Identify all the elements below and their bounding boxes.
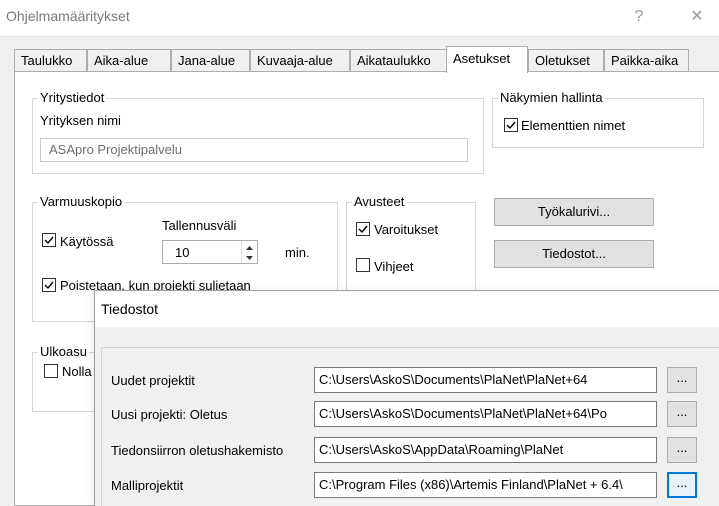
files-dialog-title: Tiedostot (101, 301, 159, 317)
company-group-label: Yritystiedot (38, 90, 107, 105)
tab-aikataulukko[interactable]: Aikataulukko (350, 49, 448, 72)
interval-value[interactable]: 10 (175, 245, 189, 260)
browse-button[interactable]: ... (667, 437, 697, 463)
element-names-label: Elementtien nimet (521, 118, 626, 133)
company-name-label: Yrityksen nimi (40, 113, 121, 128)
zero-checkbox[interactable] (44, 364, 58, 378)
hints-label: Vihjeet (374, 259, 414, 274)
warnings-label: Varoitukset (374, 222, 439, 237)
files-dialog-titlebar: Tiedostot (95, 291, 719, 327)
element-names-checkbox[interactable] (504, 118, 518, 132)
tab-paikka-aika[interactable]: Paikka-aika (604, 49, 689, 72)
tab-taulukko[interactable]: Taulukko (14, 49, 87, 72)
company-group (32, 98, 484, 174)
toolbar-button[interactable]: Työkalurivi... (494, 198, 654, 226)
backup-enabled-label: Käytössä (60, 234, 114, 249)
company-name-input[interactable]: ASApro Projektipalvelu (40, 138, 468, 162)
interval-unit-label: min. (285, 245, 310, 260)
appearance-group-label: Ulkoasu (38, 344, 89, 359)
file-row-label: Tiedonsiirron oletushakemisto (111, 443, 284, 458)
files-dialog: Tiedostot Uudet projektit C:\Users\AskoS… (94, 290, 719, 506)
helpers-group-label: Avusteet (352, 194, 407, 209)
tab-asetukset[interactable]: Asetukset (446, 46, 528, 73)
tab-oletukset[interactable]: Oletukset (528, 49, 604, 72)
tab-jana-alue[interactable]: Jana-alue (171, 49, 250, 72)
checkmark-icon (358, 225, 368, 234)
checkmark-icon (44, 236, 54, 245)
interval-stepper[interactable]: 10 (162, 240, 258, 264)
backup-group-label: Varmuuskopio (38, 194, 125, 209)
browse-button[interactable]: ... (667, 367, 697, 393)
spin-down-icon[interactable] (242, 252, 257, 263)
file-row-label: Uudet projektit (111, 373, 195, 388)
transfer-dir-path-input[interactable]: C:\Users\AskoS\AppData\Roaming\PlaNet (314, 437, 657, 463)
appearance-group (32, 352, 102, 412)
help-button[interactable]: ? (622, 4, 656, 30)
browse-button[interactable]: ... (667, 472, 697, 498)
close-button[interactable]: ✕ (680, 4, 714, 30)
template-projects-path-input[interactable]: C:\Program Files (x86)\Artemis Finland\P… (314, 472, 657, 498)
default-project-path-input[interactable]: C:\Users\AskoS\Documents\PlaNet\PlaNet+6… (314, 401, 657, 427)
delete-on-close-checkbox[interactable] (42, 278, 56, 292)
files-button[interactable]: Tiedostot... (494, 240, 654, 268)
new-projects-path-input[interactable]: C:\Users\AskoS\Documents\PlaNet\PlaNet+6… (314, 367, 657, 393)
window-title: Ohjelmamääritykset (6, 8, 130, 24)
tab-aika-alue[interactable]: Aika-alue (87, 49, 171, 72)
browse-button[interactable]: ... (667, 401, 697, 427)
interval-label: Tallennusväli (162, 218, 237, 233)
hints-checkbox[interactable] (356, 258, 370, 272)
warnings-checkbox[interactable] (356, 222, 370, 236)
interval-spin-buttons (241, 241, 257, 263)
file-row-label: Malliprojektit (111, 478, 184, 493)
checkmark-icon (506, 121, 516, 130)
checkmark-icon (44, 281, 54, 290)
views-group-label: Näkymien hallinta (498, 90, 605, 105)
spin-up-icon[interactable] (242, 241, 257, 252)
tab-kuvaaja-alue[interactable]: Kuvaaja-alue (250, 49, 350, 72)
file-row-label: Uusi projekti: Oletus (111, 407, 228, 422)
backup-enabled-checkbox[interactable] (42, 233, 56, 247)
zero-label: Nolla (62, 364, 92, 379)
